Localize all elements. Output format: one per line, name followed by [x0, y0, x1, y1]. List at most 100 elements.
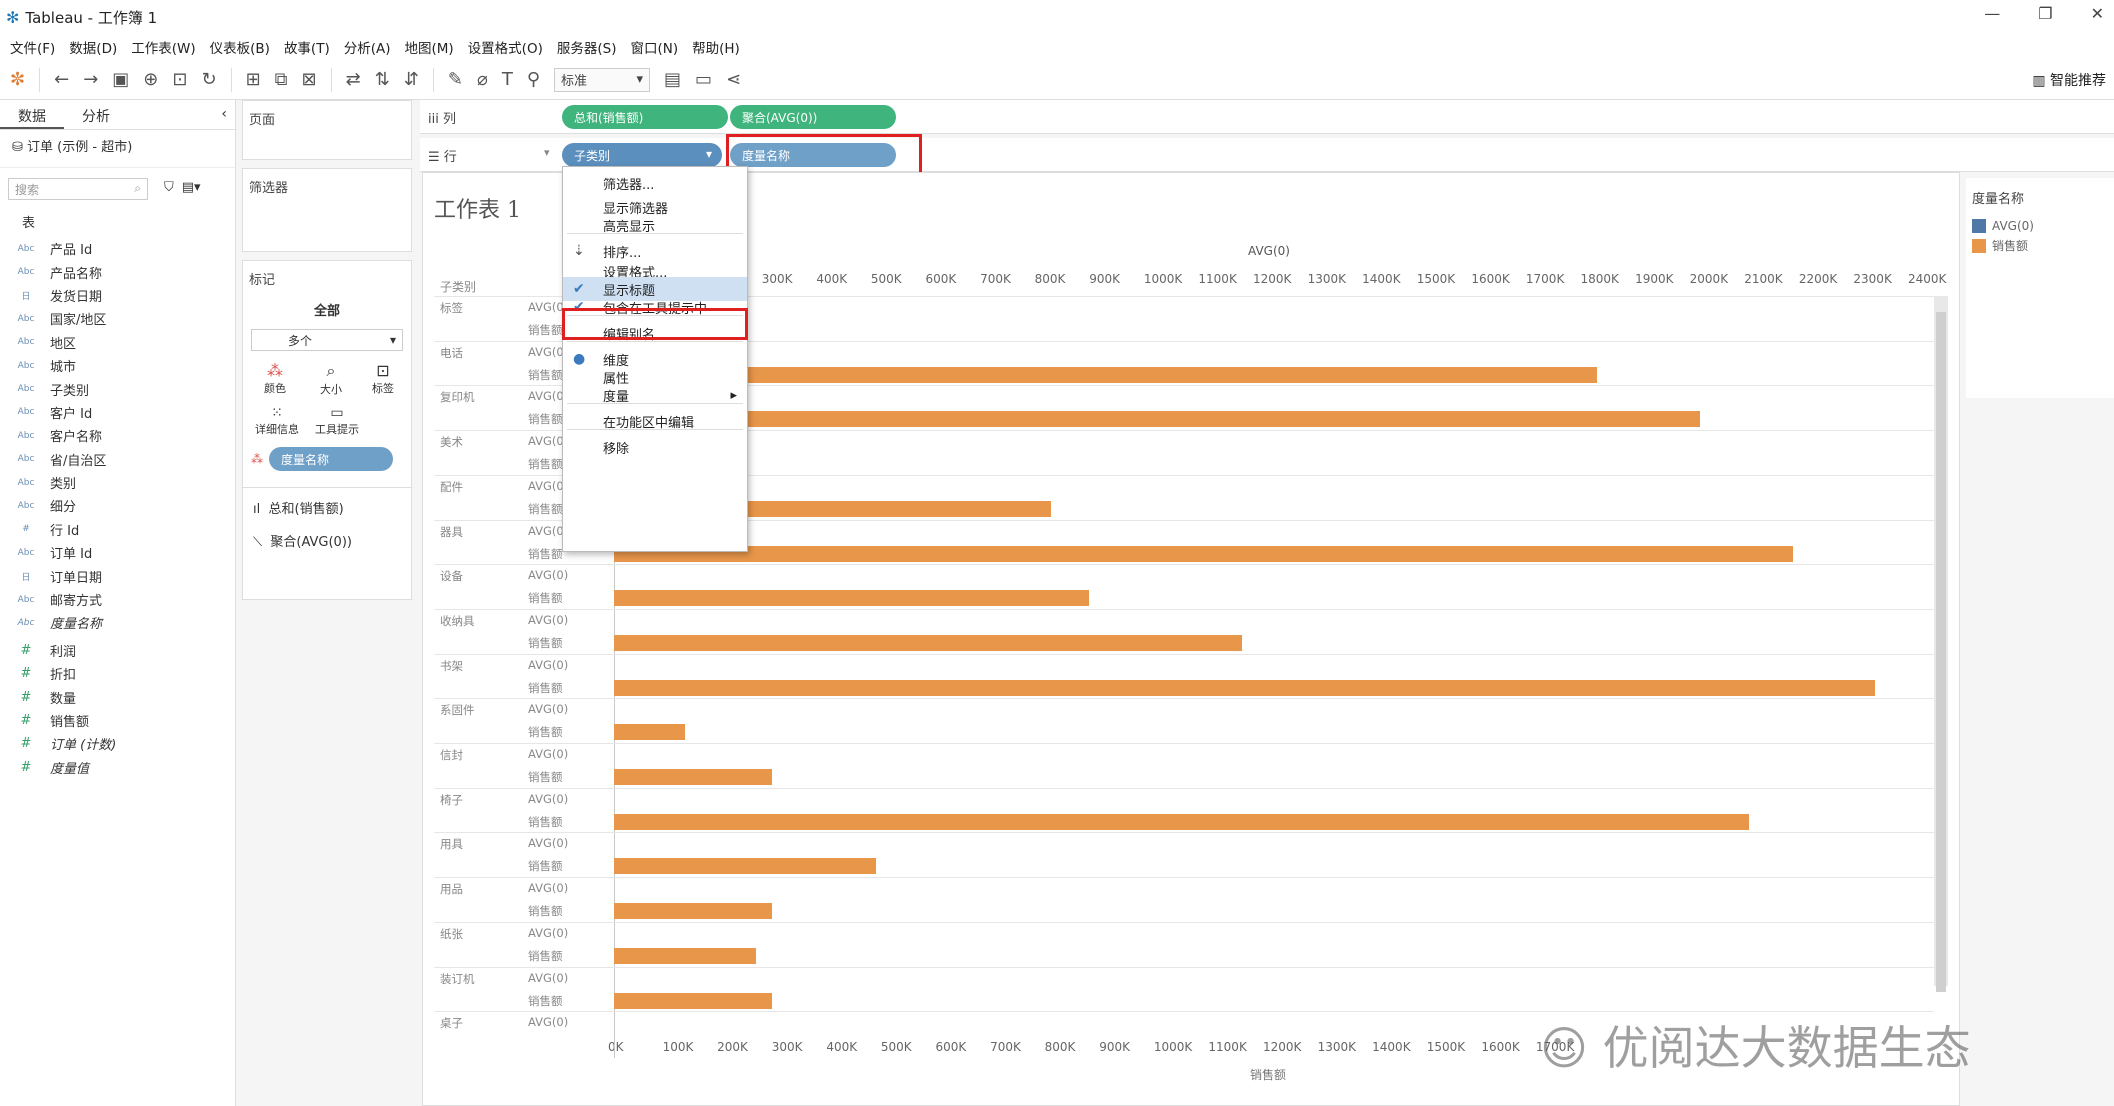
pause-icon[interactable]: ⊡ [172, 69, 187, 90]
tooltip-button[interactable]: ▭ 工具提示 [311, 405, 363, 437]
menu-file[interactable]: 文件(F) [6, 37, 65, 57]
columns-pill-avg[interactable]: 聚合(AVG(0)) [730, 105, 896, 129]
show-cards-icon[interactable]: ▤ [664, 69, 681, 90]
menu-server[interactable]: 服务器(S) [553, 37, 627, 57]
dimension-field[interactable]: Abc 客户 Id [8, 401, 235, 424]
field-name: 细分 [50, 500, 77, 516]
menu-worksheet[interactable]: 工作表(W) [127, 37, 205, 57]
context-menu-item[interactable]: 筛选器... [563, 171, 747, 195]
menu-data[interactable]: 数据(D) [65, 37, 127, 57]
legend-item-avg[interactable]: AVG(0) [1966, 217, 2114, 235]
context-menu-item[interactable]: 移除 [563, 435, 747, 459]
menu-help[interactable]: 帮助(H) [688, 37, 750, 57]
menu-map[interactable]: 地图(M) [401, 37, 464, 57]
dimension-field[interactable]: Abc 细分 [8, 494, 235, 517]
measure-field[interactable]: # 销售额 [8, 709, 235, 732]
marks-all-tab[interactable]: 全部 [243, 296, 411, 323]
dimension-field[interactable]: 日 订单日期 [8, 564, 235, 587]
legend-item-sales[interactable]: 销售额 [1966, 235, 2114, 256]
clear-icon[interactable]: ⊠ [302, 69, 317, 90]
dimension-field[interactable]: # 行 Id [8, 518, 235, 541]
search-placeholder: 搜索 [15, 183, 40, 197]
refresh-icon[interactable]: ↻ [201, 69, 216, 90]
field-type-icon: Abc [17, 477, 35, 488]
color-button[interactable]: ⁂ 颜色 [251, 361, 299, 397]
search-input[interactable]: 搜索 ⌕ [8, 178, 148, 200]
filters-card[interactable]: 筛选器 [242, 168, 412, 252]
dimension-field[interactable]: Abc 省/自治区 [8, 448, 235, 471]
new-sheet-icon[interactable]: ⊞ [246, 69, 261, 90]
tab-data[interactable]: 数据 [0, 100, 64, 129]
tableau-home-icon[interactable]: ✼ [10, 69, 25, 90]
scrollbar-thumb[interactable] [1936, 312, 1946, 992]
share-icon[interactable]: ⋖ [726, 69, 741, 90]
field-type-icon: Abc [17, 360, 35, 371]
dimension-field[interactable]: Abc 子类别 [8, 377, 235, 400]
label-icon[interactable]: T [502, 69, 513, 90]
dimension-field[interactable]: Abc 客户名称 [8, 424, 235, 447]
context-menu-label: 度量 [603, 389, 630, 405]
dimension-field[interactable]: Abc 类别 [8, 471, 235, 494]
view-options-icon[interactable]: ▤▾ [182, 180, 201, 195]
field-list: 表 Abc 产品 Id Abc 产品名称日 发货日期 Abc 国家/地区 Abc 地区 Abc 城市… [0, 206, 235, 779]
swap-icon[interactable]: ⇄ [346, 69, 361, 90]
mark-type-select[interactable]: 多个 ▾ [251, 329, 403, 351]
collapse-icon[interactable]: ‹ [213, 100, 235, 129]
rows-pill-subcategory[interactable]: 子类别 ▾ [562, 143, 722, 167]
menu-dashboard[interactable]: 仪表板(B) [206, 37, 280, 57]
measure-field[interactable]: # 订单 (计数) [8, 732, 235, 755]
save-icon[interactable]: ▣ [112, 69, 129, 90]
dimension-field[interactable]: Abc 地区 [8, 331, 235, 354]
vertical-scrollbar[interactable] [1934, 296, 1948, 992]
undo-icon[interactable]: ← [54, 69, 69, 90]
marks-item-avg[interactable]: ⟍ 聚合(AVG(0)) [243, 527, 411, 554]
new-datasource-icon[interactable]: ⊕ [143, 69, 158, 90]
menu-analysis[interactable]: 分析(A) [340, 37, 401, 57]
chevron-down-icon[interactable]: ▾ [706, 147, 712, 161]
label-button[interactable]: ⊡ 标签 [363, 361, 403, 397]
presentation-icon[interactable]: ▭ [695, 69, 712, 90]
dimension-field[interactable]: Abc 城市 [8, 354, 235, 377]
pin-icon[interactable]: ⚲ [527, 69, 540, 90]
close-icon[interactable]: ✕ [2091, 4, 2104, 23]
redo-icon[interactable]: → [83, 69, 98, 90]
dimension-field[interactable]: Abc 邮寄方式 [8, 588, 235, 611]
columns-shelf[interactable]: iii 列 总和(销售额) 聚合(AVG(0)) [420, 100, 2114, 134]
dimension-field[interactable]: Abc 度量名称 [8, 611, 235, 634]
dimension-field[interactable]: 日 发货日期 [8, 284, 235, 307]
dimension-field[interactable]: Abc 订单 Id [8, 541, 235, 564]
highlight-icon[interactable]: ✎ [448, 69, 463, 90]
group-icon[interactable]: ⌀ [477, 69, 488, 90]
data-source[interactable]: ⛁ 订单 (示例 - 超市) [0, 130, 235, 161]
rows-dropdown-icon[interactable]: ▾ [544, 146, 550, 159]
fit-select[interactable]: 标准 ▾ [554, 67, 651, 92]
dimension-field[interactable]: Abc 产品名称 [8, 260, 235, 283]
columns-pill-sales[interactable]: 总和(销售额) [562, 105, 728, 129]
menu-format[interactable]: 设置格式(O) [464, 37, 553, 57]
marks-item-sales[interactable]: ıl 总和(销售额) [243, 488, 411, 527]
measure-field[interactable]: # 利润 [8, 639, 235, 662]
duplicate-icon[interactable]: ⧉ [275, 69, 288, 90]
dimension-field[interactable]: Abc 国家/地区 [8, 307, 235, 330]
dimension-field[interactable]: Abc 产品 Id [8, 237, 235, 260]
columns-label-text: 列 [442, 112, 456, 127]
measure-field[interactable]: # 折扣 [8, 662, 235, 685]
restore-icon[interactable]: ❐ [2038, 4, 2052, 23]
filter-icon[interactable]: ⛉ [164, 180, 174, 195]
menu-story[interactable]: 故事(T) [280, 37, 340, 57]
sort-asc-icon[interactable]: ⇅ [375, 69, 390, 90]
measure-field[interactable]: # 度量值 [8, 756, 235, 779]
menu-window[interactable]: 窗口(N) [626, 37, 688, 57]
smart-recommend-button[interactable]: ▥ 智能推荐 [2032, 70, 2106, 90]
field-type-icon: # [20, 642, 32, 658]
sort-desc-icon[interactable]: ⇵ [404, 69, 419, 90]
pages-card[interactable]: 页面 [242, 100, 412, 160]
size-button[interactable]: ⌕ 大小 [307, 361, 355, 397]
color-pill[interactable]: 度量名称 [269, 447, 393, 471]
tab-analysis[interactable]: 分析 [64, 100, 128, 129]
measure-field[interactable]: # 数量 [8, 685, 235, 708]
smart-recommend-label: 智能推荐 [2050, 73, 2106, 89]
detail-button[interactable]: ⁙ 详细信息 [251, 405, 303, 437]
minimize-icon[interactable]: — [1984, 4, 2000, 23]
field-type-icon: Abc [17, 430, 35, 441]
